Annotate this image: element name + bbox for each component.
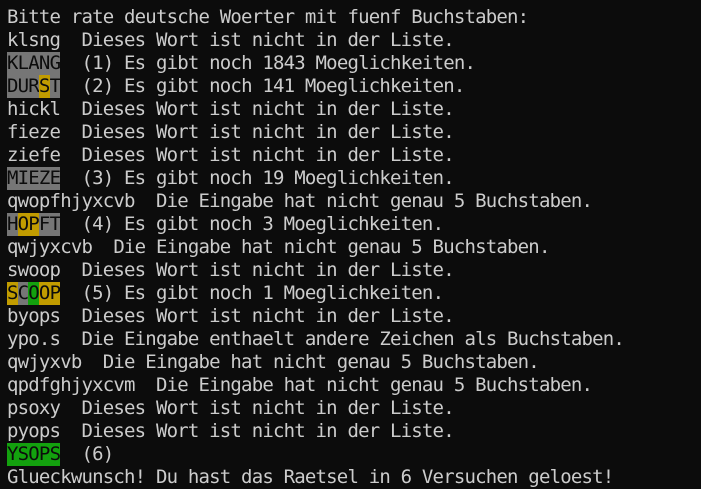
letter-tile-correct: S [49,443,61,466]
output-line: pyops Dieses Wort ist nicht in der Liste… [7,420,455,442]
letter-tile-absent: A [28,52,40,75]
guess-feedback: (5) Es gibt noch 1 Moeglichkeiten. [60,282,444,304]
output-line: qpdfghjyxcvm Die Eingabe hat nicht genau… [7,374,593,396]
letter-tile-absent: F [38,213,50,236]
letter-tile-present: S [7,282,18,305]
terminal-output: Bitte rate deutsche Woerter mit fuenf Bu… [7,6,701,489]
guess-result-line: KLANG (1) Es gibt noch 1843 Moeglichkeit… [7,52,701,75]
letter-tile-present: P [28,213,40,236]
letter-tile-absent: N [38,52,50,75]
guess-result-line: SCOOP (5) Es gibt noch 1 Moeglichkeiten. [7,282,701,305]
guess-feedback: (1) Es gibt noch 1843 Moeglichkeiten. [60,52,476,74]
guess-word: DURST [7,75,61,98]
letter-tile-correct: P [38,443,50,466]
letter-tile-present: S [38,75,50,98]
letter-tile-correct: O [28,443,40,466]
prompt-line: Bitte rate deutsche Woerter mit fuenf Bu… [7,6,529,28]
output-line: hickl Dieses Wort ist nicht in der Liste… [7,98,455,120]
letter-tile-absent: D [7,75,18,98]
letter-tile-present: O [17,213,29,236]
letter-tile-correct: Y [7,443,18,466]
letter-tile-present: O [38,282,50,305]
guess-feedback: (6) [60,443,114,465]
letter-tile-absent: H [7,213,18,236]
guess-result-line: YSOPS (6) [7,443,701,466]
output-line: psoxy Dieses Wort ist nicht in der Liste… [7,397,455,419]
letter-tile-absent: U [17,75,29,98]
guess-word: HOPFT [7,213,61,236]
guess-feedback: (2) Es gibt noch 141 Moeglichkeiten. [60,75,465,97]
output-line: swoop Dieses Wort ist nicht in der Liste… [7,259,455,281]
letter-tile-correct: O [28,282,40,305]
letter-tile-absent: E [28,167,40,190]
output-line: qwjyxvb Die Eingabe hat nicht genau 5 Bu… [7,351,540,373]
letter-tile-absent: Z [38,167,50,190]
letter-tile-absent: M [7,167,18,190]
letter-tile-absent: C [17,282,29,305]
success-message: Glueckwunsch! Du hast das Raetsel in 6 V… [7,466,614,488]
letter-tile-present: P [49,282,61,305]
output-line: ziefe Dieses Wort ist nicht in der Liste… [7,144,455,166]
output-line: fieze Dieses Wort ist nicht in der Liste… [7,121,455,143]
output-line: qwopfhjyxcvb Die Eingabe hat nicht genau… [7,190,593,212]
letter-tile-correct: S [17,443,29,466]
output-line: klsng Dieses Wort ist nicht in der Liste… [7,29,455,51]
letter-tile-absent: R [28,75,40,98]
output-line: byops Dieses Wort ist nicht in der Liste… [7,305,455,327]
guess-result-line: HOPFT (4) Es gibt noch 3 Moeglichkeiten. [7,213,701,236]
output-line: ypo.s Die Eingabe enthaelt andere Zeiche… [7,328,625,350]
guess-result-line: MIEZE (3) Es gibt noch 19 Moeglichkeiten… [7,167,701,190]
guess-word: YSOPS [7,443,61,466]
output-line: qwjyxcvb Die Eingabe hat nicht genau 5 B… [7,236,550,258]
letter-tile-absent: I [17,167,29,190]
letter-tile-absent: G [49,52,61,75]
guess-word: SCOOP [7,282,61,305]
letter-tile-absent: K [7,52,18,75]
letter-tile-absent: E [49,167,61,190]
letter-tile-absent: L [17,52,29,75]
guess-result-line: DURST (2) Es gibt noch 141 Moeglichkeite… [7,75,701,98]
guess-feedback: (3) Es gibt noch 19 Moeglichkeiten. [60,167,454,189]
guess-word: MIEZE [7,167,61,190]
guess-word: KLANG [7,52,61,75]
letter-tile-absent: T [49,213,61,236]
guess-feedback: (4) Es gibt noch 3 Moeglichkeiten. [60,213,444,235]
letter-tile-absent: T [49,75,61,98]
